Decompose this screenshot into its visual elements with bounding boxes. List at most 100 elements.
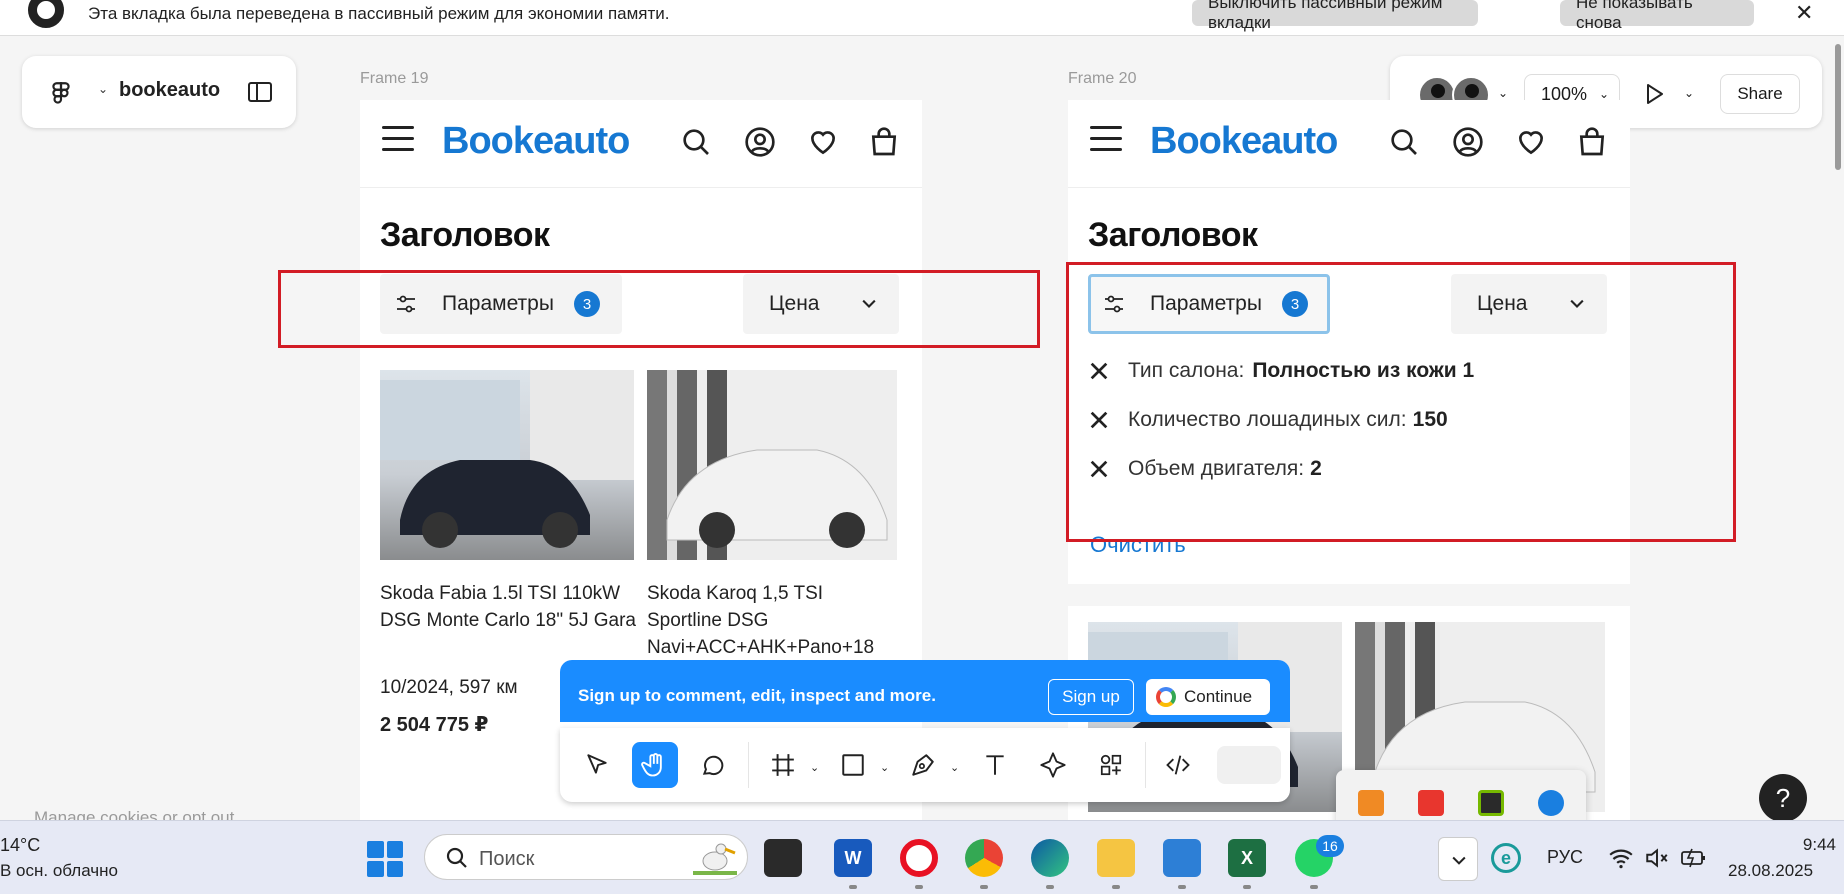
file-explorer-icon[interactable] <box>1097 839 1135 877</box>
bag-icon[interactable] <box>1576 126 1608 158</box>
help-button[interactable]: ? <box>1759 774 1807 820</box>
file-name: bookeauto <box>119 79 221 101</box>
task-view-icon[interactable] <box>764 839 802 877</box>
chevron-down-icon[interactable]: ⌄ <box>810 761 819 774</box>
chrome-icon[interactable] <box>965 839 1003 877</box>
page-title: Заголовок <box>1088 216 1258 254</box>
frame-label[interactable]: Frame 19 <box>360 70 428 88</box>
car-meta: 10/2024, 597 км <box>380 677 518 698</box>
search-icon[interactable] <box>680 126 712 158</box>
clock-time[interactable]: 9:44 <box>1790 835 1836 855</box>
car-image[interactable] <box>380 370 634 560</box>
chevron-down-icon: ⌄ <box>1598 87 1609 101</box>
tray-app-icon[interactable]: e <box>1491 843 1521 873</box>
word-icon[interactable]: W <box>834 839 872 877</box>
close-icon[interactable]: ✕ <box>1795 0 1813 26</box>
site-header: Bookeauto <box>360 100 922 188</box>
windows-start-icon[interactable] <box>367 841 403 877</box>
chevron-down-icon[interactable]: ⌄ <box>880 761 889 774</box>
running-indicator <box>1178 885 1186 889</box>
running-indicator <box>1310 885 1318 889</box>
continue-with-google-button[interactable]: Continue <box>1146 679 1270 715</box>
frame-label[interactable]: Frame 20 <box>1068 70 1136 88</box>
rectangle-tool-icon[interactable] <box>830 742 876 788</box>
code-icon[interactable] <box>1155 742 1201 788</box>
manage-cookies-link[interactable]: Manage cookies or opt out <box>34 808 234 820</box>
bluetooth-icon[interactable] <box>1538 790 1564 816</box>
figma-logo-icon[interactable] <box>48 80 74 106</box>
dev-mode-toggle[interactable] <box>1217 746 1281 784</box>
windows-taskbar: 14°C В осн. облачно Поиск W X 16 e РУС 9… <box>0 820 1844 894</box>
menu-icon[interactable] <box>382 126 414 152</box>
signup-banner: Sign up to comment, edit, inspect and mo… <box>560 660 1290 722</box>
weather-description[interactable]: В осн. облачно <box>0 861 118 881</box>
chevron-down-icon[interactable]: ⌄ <box>1684 86 1694 100</box>
running-indicator <box>980 885 988 889</box>
language-indicator[interactable]: РУС <box>1547 847 1583 868</box>
weather-temperature[interactable]: 14°C <box>0 835 40 856</box>
chevron-down-icon[interactable]: ⌄ <box>950 761 959 774</box>
text-tool-icon[interactable] <box>972 742 1018 788</box>
signup-text: Sign up to comment, edit, inspect and mo… <box>578 686 936 705</box>
move-tool-icon[interactable] <box>574 742 620 788</box>
hand-tool-icon[interactable] <box>632 742 678 788</box>
page-title: Заголовок <box>380 216 550 254</box>
wifi-icon[interactable] <box>1608 845 1634 871</box>
heart-icon[interactable] <box>807 126 839 158</box>
car-image[interactable] <box>647 370 897 560</box>
brand-logo[interactable]: Bookeauto <box>442 120 630 163</box>
vertical-scrollbar[interactable] <box>1832 36 1844 820</box>
disable-passive-mode-button[interactable]: Выключить пассивный режим вкладки <box>1192 0 1478 32</box>
show-hidden-icons-button[interactable] <box>1438 837 1478 881</box>
menu-icon[interactable] <box>1090 126 1122 152</box>
running-indicator <box>1046 885 1054 889</box>
opera-logo-icon <box>28 0 64 28</box>
highlight-box <box>1066 262 1736 542</box>
nvidia-icon[interactable] <box>1478 790 1504 816</box>
bag-icon[interactable] <box>868 126 900 158</box>
edge-icon[interactable] <box>1031 839 1069 877</box>
comment-tool-icon[interactable] <box>690 742 736 788</box>
site-header: Bookeauto <box>1068 100 1630 188</box>
excel-icon[interactable]: X <box>1228 839 1266 877</box>
system-tray-overflow <box>1336 770 1586 820</box>
sign-up-button[interactable]: Sign up <box>1048 679 1134 715</box>
search-icon[interactable] <box>1388 126 1420 158</box>
running-indicator <box>1243 885 1251 889</box>
continue-label: Continue <box>1184 687 1253 706</box>
clock-date[interactable]: 28.08.2025 <box>1728 861 1813 881</box>
frame-tool-icon[interactable] <box>760 742 806 788</box>
divider <box>1068 584 1630 606</box>
running-indicator <box>849 885 857 889</box>
tray-app-icon[interactable] <box>1358 790 1384 816</box>
battery-icon[interactable] <box>1680 845 1708 871</box>
car-price: 2 504 775 ₽ <box>380 714 489 736</box>
figma-file-panel: ⌄ bookeauto <box>22 56 296 128</box>
car-title[interactable]: Skoda Fabia 1.5l TSI 110kW DSG Monte Car… <box>380 580 636 634</box>
user-icon[interactable] <box>744 126 776 158</box>
play-icon[interactable] <box>1642 82 1666 106</box>
heart-icon[interactable] <box>1515 126 1547 158</box>
volume-muted-icon[interactable] <box>1644 845 1670 871</box>
taskbar-search[interactable]: Поиск <box>424 834 748 880</box>
car-title[interactable]: Skoda Karoq 1,5 TSI Sportline DSG Navi+A… <box>647 580 897 661</box>
sidebar-toggle-icon[interactable] <box>248 82 272 102</box>
chevron-down-icon[interactable]: ⌄ <box>98 82 108 96</box>
photos-icon[interactable] <box>1163 839 1201 877</box>
notification-badge: 16 <box>1316 835 1344 857</box>
opera-icon[interactable] <box>900 839 938 877</box>
plugins-icon[interactable] <box>1088 742 1134 788</box>
google-icon <box>1156 687 1176 707</box>
user-icon[interactable] <box>1452 126 1484 158</box>
brand-logo[interactable]: Bookeauto <box>1150 120 1338 163</box>
chevron-down-icon[interactable]: ⌄ <box>1498 86 1508 100</box>
component-tool-icon[interactable] <box>1030 742 1076 788</box>
tray-app-icon[interactable] <box>1418 790 1444 816</box>
search-icon <box>446 847 467 868</box>
pen-tool-icon[interactable] <box>900 742 946 788</box>
search-placeholder: Поиск <box>479 848 535 870</box>
scroll-thumb[interactable] <box>1835 44 1841 170</box>
tab-notification-bar: Эта вкладка была переведена в пассивный … <box>0 0 1844 36</box>
dont-show-again-button[interactable]: Не показывать снова <box>1560 0 1754 32</box>
share-button[interactable]: Share <box>1720 74 1800 114</box>
